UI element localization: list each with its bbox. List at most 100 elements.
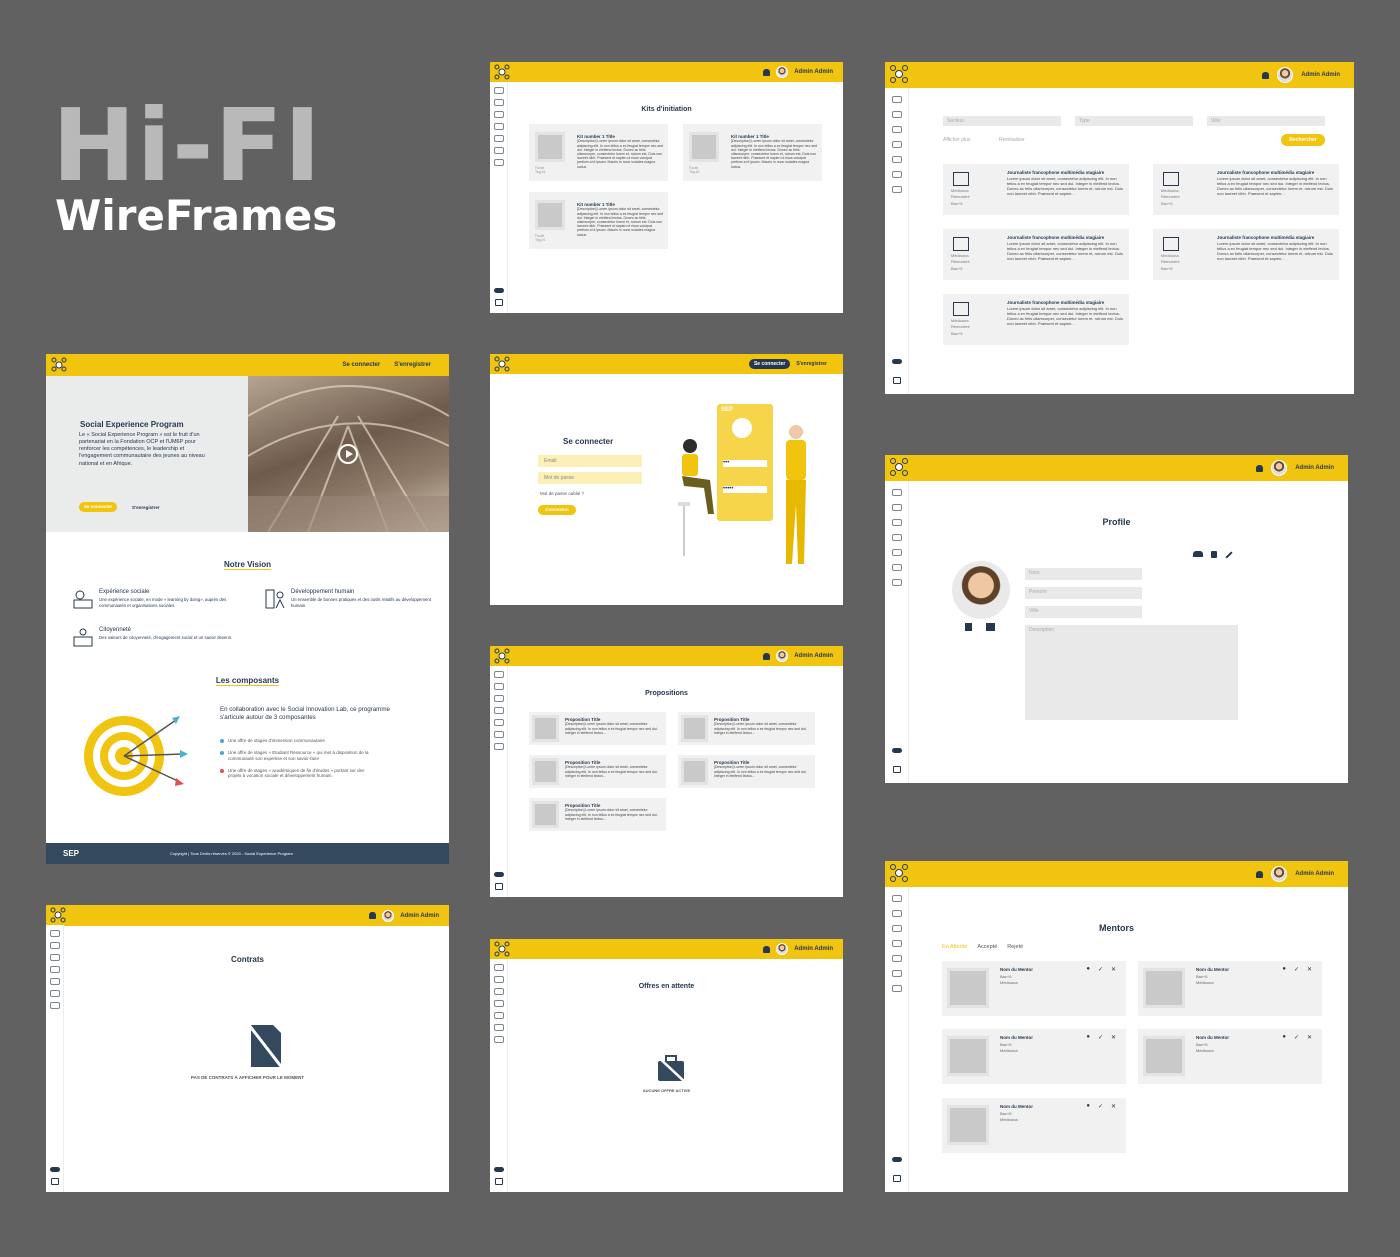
accept-icon[interactable]: ✓ [1098,1103,1103,1110]
proposal-card[interactable]: Proposition Title [Description] Lorem ips… [529,755,666,788]
admin-name[interactable]: Admin Admin [794,653,833,659]
admin-name[interactable]: Admin Admin [400,913,439,919]
nav-icon[interactable] [49,990,60,997]
nav-icon[interactable] [891,141,902,148]
description-field[interactable]: Description [1025,625,1238,720]
mentor-card[interactable]: Nom du Mentor Bac+5 Médiouna ● ✓ ✕ [1138,961,1322,1016]
forgot-password-link[interactable]: Mot de passe oublié ? [540,491,584,496]
nav-icon[interactable] [891,549,902,556]
nav-icon[interactable] [891,910,902,917]
nav-icon[interactable] [49,978,60,985]
hero-register-link[interactable]: S'enregistrer [132,505,160,510]
reject-icon[interactable]: ✕ [1307,966,1312,973]
proposal-card[interactable]: Proposition Title [Description] Lorem ips… [529,798,666,831]
toggle-icon[interactable] [892,748,902,753]
kit-card[interactable]: Kit number 1 Title [Description] Lorem ip… [683,124,822,181]
nav-icon[interactable] [891,171,902,178]
login-tab[interactable]: Se connecter [748,359,791,369]
nav-icon[interactable] [493,159,504,166]
toggle-icon[interactable] [892,1157,902,1162]
accept-icon[interactable]: ✓ [1098,1034,1103,1041]
admin-name[interactable]: Admin Admin [794,946,833,952]
logout-icon[interactable] [495,1178,503,1185]
mentor-card[interactable]: Nom du Mentor Bac+5 Médiouna ● ✓ ✕ [1138,1029,1322,1084]
nav-icon[interactable] [891,564,902,571]
nav-icon[interactable] [49,942,60,949]
offer-card[interactable]: Médiouna Rémunéré Bac+5 Journaliste francop… [943,164,1129,215]
city-select[interactable]: Ville [1207,116,1325,126]
bell-icon[interactable] [763,945,771,953]
nav-icon[interactable] [891,970,902,977]
admin-name[interactable]: Admin Admin [1301,72,1340,78]
nav-icon[interactable] [493,1000,504,1007]
reset-link[interactable]: Reinitialiser [999,137,1025,143]
avatar[interactable] [776,66,789,78]
proposal-card[interactable]: Proposition Title [Description] Lorem ips… [678,712,815,745]
delete-icon[interactable] [965,623,972,631]
nav-icon[interactable] [493,707,504,714]
edit-icon[interactable] [1225,551,1233,559]
proposal-card[interactable]: Proposition Title [Description] Lorem ips… [529,712,666,745]
sector-select[interactable]: Secteur [943,116,1061,126]
toggle-icon[interactable] [892,359,902,364]
offer-card[interactable]: Médiouna Rémunéré Bac+5 Journaliste francop… [1153,164,1339,215]
nav-icon[interactable] [891,156,902,163]
bell-icon[interactable] [763,652,771,660]
nav-icon[interactable] [891,985,902,992]
proposal-card[interactable]: Proposition Title [Description] Lorem ips… [678,755,815,788]
profile-photo[interactable] [952,561,1010,619]
nav-icon[interactable] [891,126,902,133]
type-select[interactable]: Type [1075,116,1193,126]
nav-icon[interactable] [493,1024,504,1031]
tab-pending[interactable]: En Attente [942,944,967,950]
login-link[interactable]: Se connecter [343,362,381,368]
mentor-card[interactable]: Nom du Mentor Bac+5 Médiouna ● ✓ ✕ [942,1029,1126,1084]
reject-icon[interactable]: ✕ [1111,1103,1116,1110]
nav-icon[interactable] [891,955,902,962]
logout-icon[interactable] [893,766,901,773]
nav-icon[interactable] [493,743,504,750]
password-field[interactable]: Mot de passe [538,472,642,484]
avatar[interactable] [776,650,789,662]
avatar[interactable] [382,909,395,922]
nav-icon[interactable] [493,1036,504,1043]
nav-icon[interactable] [49,966,60,973]
group-icon[interactable] [1193,551,1203,557]
hero-login-button[interactable]: Se connecter [79,502,117,512]
logout-icon[interactable] [893,1175,901,1182]
search-button[interactable]: Rechercher [1281,134,1325,146]
register-link[interactable]: S'enregistrer [394,362,431,368]
offer-card[interactable]: Médiouna Rémunéré Bac+5 Journaliste francop… [943,229,1129,280]
reject-icon[interactable]: ✕ [1111,1034,1116,1041]
nav-icon[interactable] [493,147,504,154]
nav-icon[interactable] [891,111,902,118]
logout-icon[interactable] [51,1178,59,1185]
bell-icon[interactable] [1256,464,1264,472]
avatar[interactable] [1277,67,1294,83]
logout-icon[interactable] [495,883,503,890]
nav-icon[interactable] [891,96,902,103]
nav-icon[interactable] [891,489,902,496]
toggle-icon[interactable] [494,872,504,877]
nav-icon[interactable] [493,87,504,94]
avatar[interactable] [776,943,789,955]
nav-icon[interactable] [49,1002,60,1009]
nav-icon[interactable] [493,976,504,983]
add-photo-icon[interactable] [986,623,995,631]
ville-select[interactable]: Ville [1025,606,1142,618]
nav-icon[interactable] [493,683,504,690]
kit-card[interactable]: Kit number 1 Title [Description] Lorem ip… [529,124,668,181]
admin-name[interactable]: Admin Admin [794,69,833,75]
play-icon[interactable] [338,444,358,464]
nav-icon[interactable] [891,504,902,511]
mentor-card[interactable]: Nom du Mentor Bac+5 Médiouna ● ✓ ✕ [942,961,1126,1016]
accept-icon[interactable]: ✓ [1098,966,1103,973]
offer-card[interactable]: Médiouna Rémunéré Bac+5 Journaliste francop… [1153,229,1339,280]
connexion-button[interactable]: Connexion [538,505,576,515]
nav-icon[interactable] [891,579,902,586]
reject-icon[interactable]: ✕ [1111,966,1116,973]
nav-icon[interactable] [49,930,60,937]
avatar[interactable] [1271,460,1288,476]
nav-icon[interactable] [493,964,504,971]
view-icon[interactable]: ● [1282,1034,1286,1041]
